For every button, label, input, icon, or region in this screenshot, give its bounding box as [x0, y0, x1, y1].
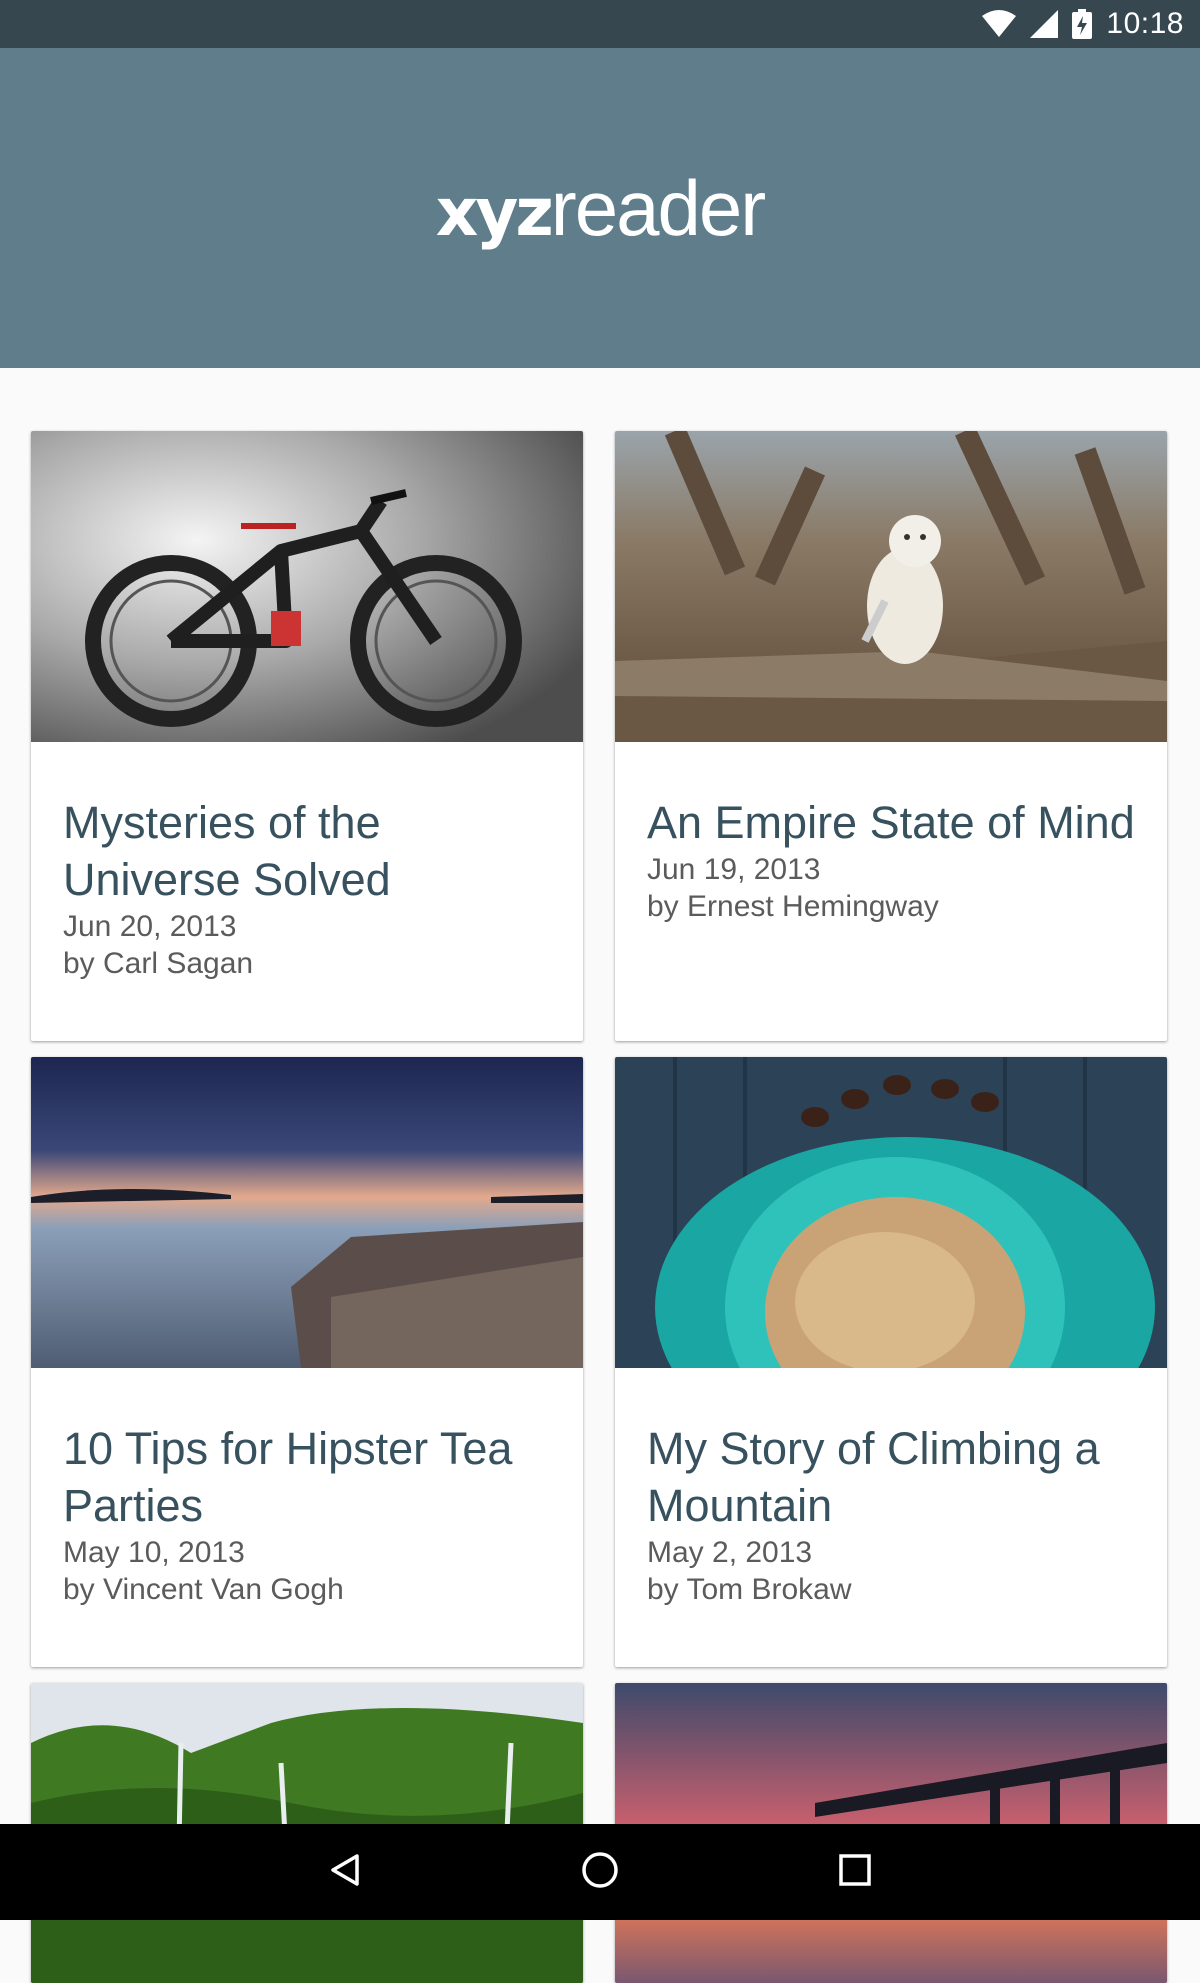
home-button[interactable] [552, 1824, 648, 1920]
article-thumbnail-seascape [31, 1057, 583, 1368]
article-date: May 2, 2013 [647, 1536, 813, 1569]
article-card[interactable]: An Empire State of Mind Jun 19, 2013 by … [615, 431, 1167, 1041]
app-header: xyz reader [0, 48, 1200, 368]
back-button[interactable] [297, 1824, 393, 1920]
article-date: Jun 20, 2013 [63, 910, 237, 943]
cell-signal-icon [1030, 10, 1059, 38]
article-author: by Tom Brokaw [647, 1573, 852, 1606]
article-thumbnail-bicycle [31, 431, 583, 742]
battery-charging-icon [1072, 9, 1093, 39]
navigation-bar [0, 1824, 1200, 1920]
article-date: May 10, 2013 [63, 1536, 245, 1569]
logo-light-text: reader [550, 163, 766, 252]
article-thumbnail-coffee-cup [615, 1057, 1167, 1368]
article-card[interactable]: My Story of Climbing a Mountain May 2, 2… [615, 1057, 1167, 1667]
article-author: by Vincent Van Gogh [63, 1573, 344, 1606]
logo-bold-text: xyz [435, 173, 554, 251]
article-card[interactable]: 10 Tips for Hipster Tea Parties May 10, … [31, 1057, 583, 1667]
recents-button[interactable] [807, 1824, 903, 1920]
article-title: My Story of Climbing a Mountain [647, 1423, 1100, 1531]
back-icon [327, 1852, 363, 1892]
app-logo: xyz reader [0, 48, 1200, 368]
article-title: An Empire State of Mind [647, 797, 1135, 848]
article-author: by Carl Sagan [63, 947, 254, 980]
status-bar: 10:18 [0, 0, 1200, 48]
article-thumbnail-snowy-owl [615, 431, 1167, 742]
article-date: Jun 19, 2013 [647, 853, 821, 886]
home-icon [580, 1850, 620, 1894]
status-clock: 10:18 [1106, 7, 1184, 40]
article-author: by Ernest Hemingway [647, 890, 939, 923]
recents-icon [837, 1852, 873, 1892]
article-card[interactable]: Mysteries of the Universe Solved Jun 20,… [31, 431, 583, 1041]
wifi-icon [982, 10, 1017, 38]
status-icons: 10:18 [982, 0, 1184, 48]
article-title: Mysteries of the Universe Solved [63, 797, 391, 905]
article-title: 10 Tips for Hipster Tea Parties [63, 1423, 513, 1531]
